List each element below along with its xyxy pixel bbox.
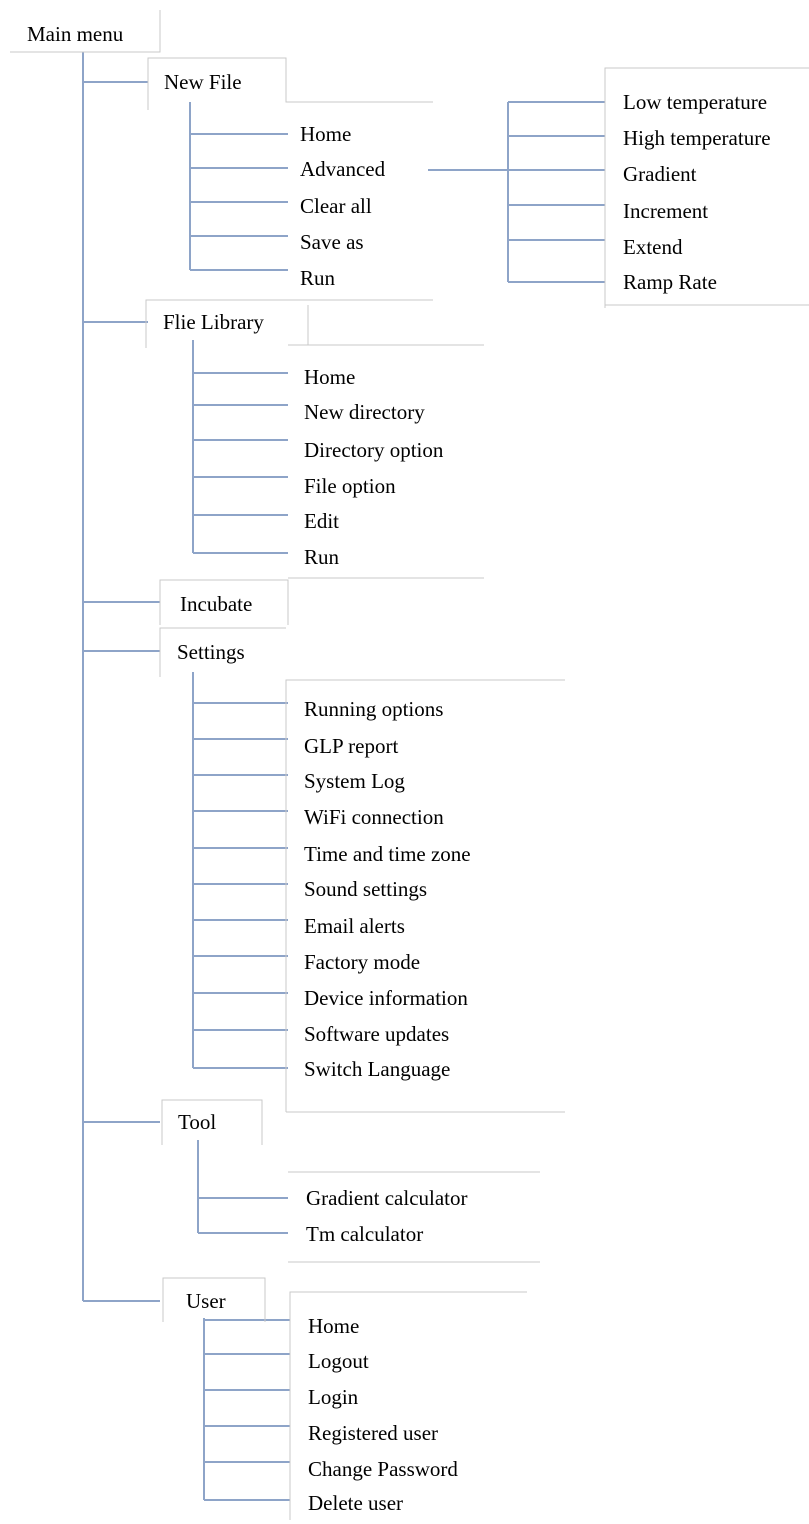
new-file-item-home: Home <box>300 122 352 146</box>
main-menu-label: Main menu <box>27 22 124 46</box>
settings-item-email-alerts: Email alerts <box>304 914 405 938</box>
advanced-item-increment: Increment <box>623 199 709 223</box>
file-library-item-edit: Edit <box>304 509 339 533</box>
box-borders <box>10 10 809 1520</box>
user-item-login: Login <box>308 1385 359 1409</box>
tool-label: Tool <box>178 1110 217 1134</box>
user-item-logout: Logout <box>308 1349 369 1373</box>
user-item-delete-user: Delete user <box>308 1491 404 1515</box>
new-file-item-save-as: Save as <box>300 230 364 254</box>
file-library-item-new-directory: New directory <box>304 400 425 424</box>
user-item-change-password: Change Password <box>308 1457 458 1481</box>
advanced-item-high-temperature: High temperature <box>623 126 771 150</box>
settings-label: Settings <box>177 640 245 664</box>
advanced-item-low-temperature: Low temperature <box>623 90 768 114</box>
settings-item-sound-settings: Sound settings <box>304 877 428 901</box>
file-library-label: Flie Library <box>163 310 264 334</box>
tool-item-tm-calculator: Tm calculator <box>306 1222 424 1246</box>
new-file-label: New File <box>164 70 242 94</box>
settings-item-system-log: System Log <box>304 769 405 793</box>
user-item-home: Home <box>308 1314 360 1338</box>
file-library-item-run: Run <box>304 545 340 569</box>
advanced-item-extend: Extend <box>623 235 683 259</box>
incubate-label: Incubate <box>180 592 253 616</box>
advanced-item-gradient: Gradient <box>623 162 697 186</box>
user-item-registered-user: Registered user <box>308 1421 439 1445</box>
file-library-item-file-option: File option <box>304 474 396 498</box>
settings-item-device-information: Device information <box>304 986 468 1010</box>
file-library-item-directory-option: Directory option <box>304 438 444 462</box>
new-file-item-advanced: Advanced <box>300 157 386 181</box>
user-label: User <box>186 1289 226 1313</box>
menu-tree-diagram: Main menu New File Home Advanced Clear a… <box>0 0 809 1524</box>
file-library-item-home: Home <box>304 365 356 389</box>
new-file-item-clear-all: Clear all <box>300 194 372 218</box>
settings-item-switch-language: Switch Language <box>304 1057 451 1081</box>
settings-item-glp-report: GLP report <box>304 734 399 758</box>
connector-layer <box>10 10 809 1520</box>
settings-item-wifi-connection: WiFi connection <box>304 805 444 829</box>
settings-item-software-updates: Software updates <box>304 1022 450 1046</box>
settings-item-time-zone: Time and time zone <box>304 842 471 866</box>
new-file-item-run: Run <box>300 266 336 290</box>
settings-item-running-options: Running options <box>304 697 444 721</box>
advanced-item-ramp-rate: Ramp Rate <box>623 270 717 294</box>
settings-item-factory-mode: Factory mode <box>304 950 421 974</box>
tool-item-gradient-calculator: Gradient calculator <box>306 1186 468 1210</box>
